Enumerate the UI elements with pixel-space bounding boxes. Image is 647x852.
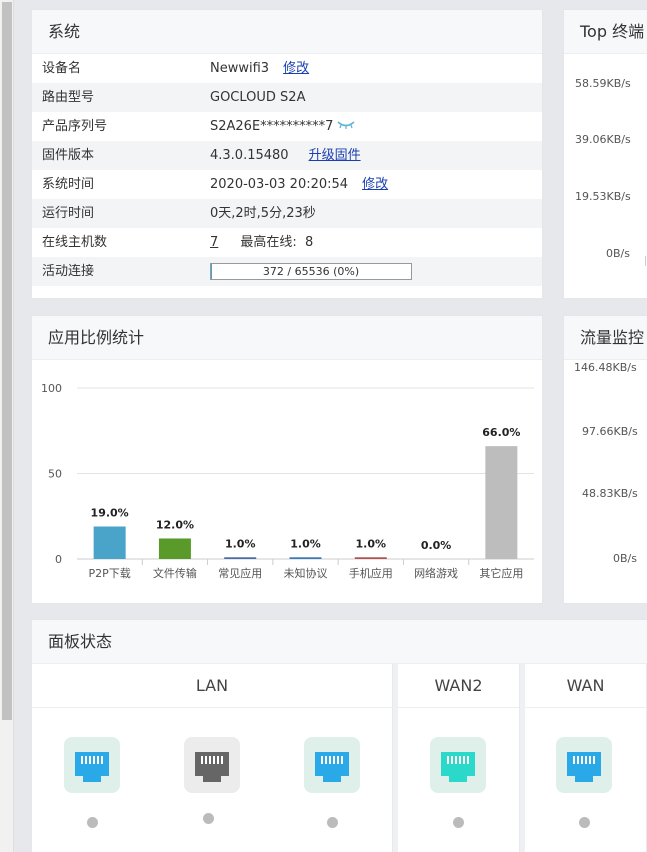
bar [224, 557, 257, 559]
router-model-value: GOCLOUD S2A [210, 90, 306, 105]
edit-system-time-link[interactable]: 修改 [362, 177, 388, 192]
x-tick-label: P2P下载 [89, 567, 131, 580]
serial-number-value: S2A26E**********7 [210, 119, 334, 134]
app-ratio-title: 应用比例统计 [32, 316, 542, 360]
active-connections-label: 活动连接 [42, 264, 95, 279]
system-panel-title: 系统 [32, 10, 542, 54]
max-online-label: 最高在线: [240, 235, 297, 250]
vertical-scrollbar[interactable] [0, 0, 14, 852]
row-online-hosts: 在线主机数 7 最高在线: 8 [32, 228, 542, 257]
port-group-lan: LAN [32, 664, 393, 852]
flow-y-tick-0: 146.48KB/s [574, 361, 637, 374]
wan-port[interactable] [556, 737, 612, 793]
bar [93, 526, 126, 559]
serial-number-label: 产品序列号 [42, 119, 108, 134]
top-terminals-panel: Top 终端 58.59KB/s 39.06KB/s 19.53KB/s 0B/… [563, 9, 647, 299]
row-active-connections: 活动连接 372 / 65536 (0%) [32, 257, 542, 286]
app-ratio-chart: 0 50 100 19.0% P2P下载 12.0% 文件传输 1.0% 常见应用 1.0% 未知协… [41, 382, 534, 580]
flow-monitor-panel: 流量监控 146.48KB/s 97.66KB/s 48.83KB/s 0B/s [563, 315, 647, 604]
system-time-value: 2020-03-03 20:20:54 [210, 177, 349, 192]
y-tick-label: 100 [41, 382, 62, 395]
firmware-value: 4.3.0.15480 [210, 148, 289, 163]
device-name-value: Newwifi3 [210, 61, 270, 76]
active-connections-fill [211, 264, 213, 279]
bar [158, 538, 191, 559]
wan-port-led [579, 817, 590, 828]
lan-port-1[interactable] [64, 737, 120, 793]
x-tick-label: 常见应用 [218, 566, 262, 580]
bar [354, 557, 387, 559]
top-y-tick-1: 39.06KB/s [575, 133, 631, 146]
row-router-model: 路由型号 GOCLOUD S2A [32, 83, 542, 112]
row-system-time: 系统时间 2020-03-03 20:20:54 修改 [32, 170, 542, 199]
scrollbar-thumb[interactable] [2, 2, 12, 720]
row-serial-number: 产品序列号 S2A26E**********7 [32, 112, 542, 141]
bar [485, 446, 518, 559]
row-device-name: 设备名 Newwifi3 修改 [32, 54, 542, 83]
max-online-value: 8 [304, 235, 314, 250]
lan-port-3-led [327, 817, 338, 828]
app-ratio-panel: 应用比例统计 0 50 100 19.0% P2P下载 12.0% 文件传输 1.0% 常见应用… [31, 315, 543, 604]
data-label: 19.0% [91, 507, 129, 520]
device-name-label: 设备名 [42, 61, 82, 76]
edit-device-name-link[interactable]: 修改 [283, 61, 309, 76]
data-label: 1.0% [356, 537, 387, 550]
ethernet-port-icon [75, 752, 109, 782]
wan2-port-led [453, 817, 464, 828]
row-firmware: 固件版本 4.3.0.15480 升级固件 [32, 141, 542, 170]
system-time-label: 系统时间 [42, 177, 95, 192]
top-terminals-title: Top 终端 [564, 10, 647, 54]
system-panel: 系统 设备名 Newwifi3 修改 路由型号 GOCLOUD S2A 产品序列号… [31, 9, 543, 299]
x-tick-label: 其它应用 [479, 566, 523, 580]
lan-port-3[interactable] [304, 737, 360, 793]
flow-y-tick-1: 97.66KB/s [582, 425, 638, 438]
x-tick-label: 手机应用 [349, 566, 393, 580]
eye-closed-icon[interactable] [337, 112, 355, 141]
top-axis-tick [645, 256, 646, 266]
active-connections-progress: 372 / 65536 (0%) [210, 263, 412, 280]
y-tick-label: 0 [55, 553, 62, 566]
port-group-wan-label: WAN [525, 664, 646, 708]
wan2-port[interactable] [430, 737, 486, 793]
ethernet-port-icon [567, 752, 601, 782]
top-y-tick-3: 0B/s [606, 247, 630, 260]
x-tick-label: 网络游戏 [414, 566, 458, 580]
port-group-wan2: WAN2 [398, 664, 520, 852]
x-tick-label: 未知协议 [284, 566, 328, 580]
online-hosts-label: 在线主机数 [42, 235, 108, 250]
panel-status-panel: 面板状态 LAN WAN2 WAN [31, 619, 647, 852]
router-model-label: 路由型号 [42, 90, 95, 105]
uptime-value: 0天,2时,5分,23秒 [210, 206, 316, 221]
ethernet-port-icon [315, 752, 349, 782]
y-tick-label: 50 [48, 468, 62, 481]
panel-status-title: 面板状态 [32, 620, 647, 664]
port-group-wan2-label: WAN2 [398, 664, 519, 708]
lan-port-2[interactable] [184, 737, 240, 793]
row-uptime: 运行时间 0天,2时,5分,23秒 [32, 199, 542, 228]
firmware-label: 固件版本 [42, 148, 95, 163]
data-label: 0.0% [421, 539, 452, 552]
bar [289, 557, 322, 559]
upgrade-firmware-link[interactable]: 升级固件 [309, 148, 361, 163]
data-label: 12.0% [156, 518, 194, 531]
port-group-wan: WAN [525, 664, 647, 852]
data-label: 1.0% [225, 537, 256, 550]
top-y-tick-0: 58.59KB/s [575, 77, 631, 90]
data-label: 66.0% [482, 426, 520, 439]
online-hosts-link[interactable]: 7 [210, 235, 218, 250]
flow-monitor-title: 流量监控 [564, 316, 647, 360]
active-connections-text: 372 / 65536 (0%) [262, 265, 360, 278]
ethernet-port-icon [441, 752, 475, 782]
lan-port-2-led [203, 813, 214, 824]
flow-y-tick-3: 0B/s [613, 552, 637, 565]
data-label: 1.0% [290, 537, 321, 550]
uptime-label: 运行时间 [42, 206, 95, 221]
top-y-tick-2: 19.53KB/s [575, 190, 631, 203]
flow-y-tick-2: 48.83KB/s [582, 487, 638, 500]
lan-port-1-led [87, 817, 98, 828]
port-group-lan-label: LAN [32, 664, 392, 708]
ethernet-port-icon [195, 752, 229, 782]
x-tick-label: 文件传输 [153, 566, 197, 580]
